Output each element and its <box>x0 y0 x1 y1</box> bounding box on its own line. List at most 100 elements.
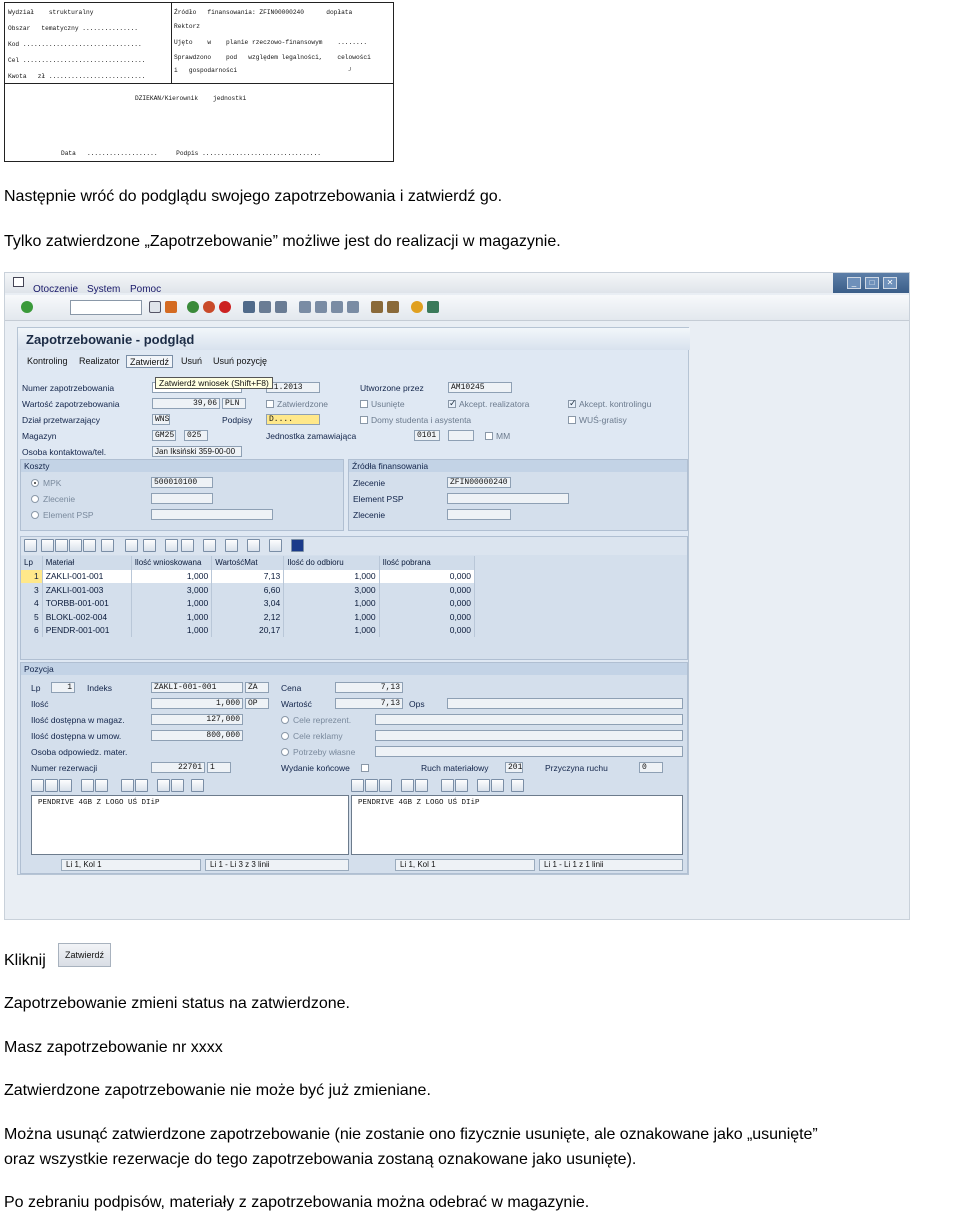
close-icon[interactable]: ✕ <box>883 277 897 289</box>
col-ilosc-wnioskowana[interactable]: Ilość wnioskowana <box>131 556 213 570</box>
menu-pomoc[interactable]: Pomoc <box>130 284 161 295</box>
previous-page-icon[interactable] <box>315 301 327 313</box>
back-icon[interactable] <box>187 301 199 313</box>
exit-icon[interactable] <box>203 301 215 313</box>
export-icon[interactable] <box>203 539 216 552</box>
enter-check-icon[interactable] <box>21 301 33 313</box>
graphic-icon[interactable] <box>269 539 282 552</box>
first-page-icon[interactable] <box>299 301 311 313</box>
redo-icon[interactable] <box>95 779 108 792</box>
sap-window-icon <box>13 277 24 287</box>
select-layout-icon[interactable] <box>247 539 260 552</box>
cut-icon[interactable] <box>31 779 44 792</box>
cut-icon[interactable] <box>351 779 364 792</box>
print-text-icon[interactable] <box>511 779 524 792</box>
akcept-realizatora-checkbox[interactable] <box>448 398 457 409</box>
find-icon[interactable] <box>259 301 271 313</box>
domy-studenta-checkbox[interactable] <box>360 416 368 424</box>
wus-gratisy-checkbox[interactable] <box>568 416 576 424</box>
cele-reprezent-radio[interactable] <box>281 716 289 724</box>
find-text-icon[interactable] <box>121 779 134 792</box>
undo-icon[interactable] <box>401 779 414 792</box>
col-ilosc-pobrana[interactable]: Ilość pobrana <box>379 556 476 570</box>
col-ilosc-do-odbioru[interactable]: Ilość do odbioru <box>283 556 380 570</box>
potrzeby-wlasne-radio[interactable] <box>281 748 289 756</box>
info-icon[interactable] <box>291 539 304 552</box>
redo-icon[interactable] <box>415 779 428 792</box>
layout-settings-icon[interactable] <box>427 301 439 313</box>
copy-icon[interactable] <box>45 779 58 792</box>
find-text-icon[interactable] <box>441 779 454 792</box>
subtotal-icon[interactable] <box>143 539 156 552</box>
realizator-button[interactable]: Realizator <box>76 355 123 368</box>
find-next-text-icon[interactable] <box>135 779 148 792</box>
col-lp[interactable]: Lp <box>21 556 43 570</box>
dzial-field: WNS <box>152 414 170 425</box>
load-file-icon[interactable] <box>477 779 490 792</box>
left-text-editor[interactable]: PENDRIVE 4GB Z LOGO UŚ DIiP <box>31 795 349 855</box>
table-row[interactable]: 3 ZAKLI-001-003 3,000 6,60 3,000 0,000 <box>21 583 476 597</box>
zlecenie-radio[interactable] <box>31 495 39 503</box>
table-row[interactable]: 6 PENDR-001-001 1,000 20,17 1,000 0,000 <box>21 623 476 637</box>
maximize-icon[interactable]: □ <box>865 277 879 289</box>
mm-checkbox[interactable] <box>485 432 493 440</box>
wydanie-checkbox[interactable] <box>361 764 369 772</box>
col-wartosc-mat[interactable]: WartośćMat <box>211 556 285 570</box>
filter-icon[interactable] <box>101 539 114 552</box>
undo-icon[interactable] <box>81 779 94 792</box>
print-grid-icon[interactable] <box>165 539 178 552</box>
table-row[interactable]: 5 BLOKL-002-004 1,000 2,12 1,000 0,000 <box>21 610 476 624</box>
views-icon[interactable] <box>181 539 194 552</box>
table-row[interactable]: 4 TORBB-001-001 1,000 3,04 1,000 0,000 <box>21 596 476 610</box>
element-psp-radio[interactable] <box>31 511 39 519</box>
save-file-icon[interactable] <box>171 779 184 792</box>
sort-asc-icon[interactable] <box>41 539 54 552</box>
akcept-kontrolingu-checkbox[interactable] <box>568 398 577 409</box>
find-next-grid-icon[interactable] <box>83 539 96 552</box>
usun-pozycje-button[interactable]: Usuń pozycję <box>210 355 270 368</box>
right-text-editor[interactable]: PENDRIVE 4GB Z LOGO UŚ DIiP <box>351 795 683 855</box>
paste-icon[interactable] <box>59 779 72 792</box>
zatwierdz-button-example[interactable]: Zatwierdź <box>58 943 111 967</box>
body-paragraph-5: Po zebraniu podpisów, materiały z zapotr… <box>4 1194 590 1211</box>
save-file-icon[interactable] <box>491 779 504 792</box>
kontroling-button[interactable]: Kontroling <box>24 355 71 368</box>
cena-label: Cena <box>281 683 302 693</box>
new-session-icon[interactable] <box>371 301 383 313</box>
print-text-icon[interactable] <box>191 779 204 792</box>
cancel-icon[interactable] <box>219 301 231 313</box>
table-row[interactable]: 1 ZAKLI-001-001 1,000 7,13 1,000 0,000 <box>21 569 476 583</box>
last-page-icon[interactable] <box>347 301 359 313</box>
rezerwacja-pos-field: 1 <box>207 762 231 773</box>
find-grid-icon[interactable] <box>69 539 82 552</box>
menu-otoczenie[interactable]: Otoczenie <box>33 284 78 295</box>
load-file-icon[interactable] <box>157 779 170 792</box>
podpisy-field[interactable]: D.... <box>266 414 320 425</box>
back-arrow-icon[interactable] <box>149 301 161 313</box>
details-icon[interactable] <box>24 539 37 552</box>
materials-table: Lp Materiał Ilość wnioskowana WartośćMat… <box>21 556 476 637</box>
table-cell: TORBB-001-001 <box>42 596 132 610</box>
minimize-icon[interactable]: _ <box>847 277 861 289</box>
print-icon[interactable] <box>243 301 255 313</box>
zatwierdzone-checkbox[interactable] <box>266 400 274 408</box>
layout-icon[interactable] <box>225 539 238 552</box>
find-next-icon[interactable] <box>275 301 287 313</box>
next-page-icon[interactable] <box>331 301 343 313</box>
usuniete-checkbox[interactable] <box>360 400 368 408</box>
find-next-text-icon[interactable] <box>455 779 468 792</box>
col-material[interactable]: Materiał <box>42 556 132 570</box>
shortcut-icon[interactable] <box>387 301 399 313</box>
paste-icon[interactable] <box>379 779 392 792</box>
mpk-radio[interactable] <box>31 479 39 487</box>
sum-icon[interactable] <box>125 539 138 552</box>
help-icon[interactable] <box>411 301 423 313</box>
cele-reklamy-radio[interactable] <box>281 732 289 740</box>
menu-system[interactable]: System <box>87 284 120 295</box>
copy-icon[interactable] <box>365 779 378 792</box>
sort-desc-icon[interactable] <box>55 539 68 552</box>
save-icon[interactable] <box>165 301 177 313</box>
zatwierdz-button[interactable]: Zatwierdź <box>126 355 174 368</box>
usun-button[interactable]: Usuń <box>178 355 205 368</box>
command-field[interactable] <box>70 300 142 315</box>
